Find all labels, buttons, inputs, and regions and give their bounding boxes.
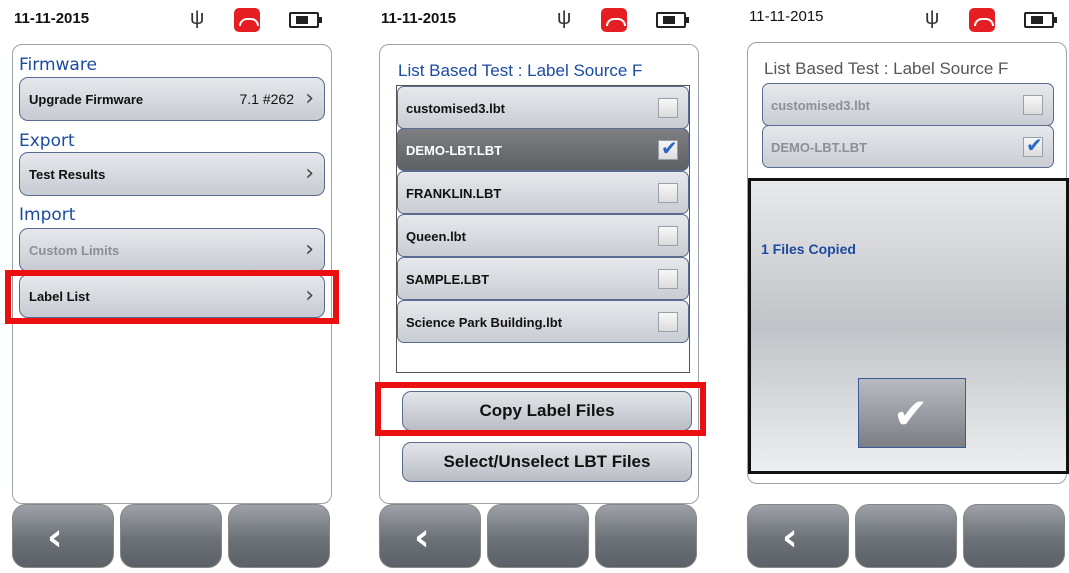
file-name: DEMO-LBT.LBT bbox=[406, 143, 503, 158]
checkbox bbox=[1023, 95, 1043, 115]
back-arrow-icon: ‹ bbox=[782, 515, 798, 559]
file-name: DEMO-LBT.LBT bbox=[771, 140, 868, 155]
checkbox[interactable]: ✔ bbox=[658, 136, 678, 160]
battery-icon bbox=[1024, 12, 1057, 28]
row-label: Test Results bbox=[29, 167, 106, 182]
softkey-3[interactable] bbox=[963, 504, 1065, 568]
upgrade-firmware-row[interactable]: Upgrade Firmware 7.1 #262 › bbox=[19, 77, 325, 121]
file-name: customised3.lbt bbox=[406, 101, 505, 116]
list-item: DEMO-LBT.LBT ✔ bbox=[762, 125, 1054, 168]
copy-result-dialog: 1 Files Copied ✔ bbox=[748, 178, 1069, 474]
checkmark-icon: ✔ bbox=[1026, 133, 1043, 157]
list-item[interactable]: Queen.lbt bbox=[397, 214, 689, 257]
file-list[interactable]: customised3.lbt DEMO-LBT.LBT ✔ FRANKLIN.… bbox=[396, 85, 690, 373]
back-arrow-icon: ‹ bbox=[47, 515, 63, 559]
select-unselect-button[interactable]: Select/Unselect LBT Files bbox=[402, 442, 692, 482]
softkey-bar: ‹ bbox=[12, 504, 330, 568]
ok-button[interactable]: ✔ bbox=[858, 378, 966, 448]
list-item: customised3.lbt bbox=[762, 83, 1054, 126]
highlight-box bbox=[5, 270, 339, 324]
softkey-bar: ‹ bbox=[379, 504, 697, 568]
usb-icon: ψ bbox=[190, 7, 205, 29]
back-arrow-icon: ‹ bbox=[414, 515, 430, 559]
firmware-version: 7.1 #262 bbox=[239, 91, 295, 107]
checkmark-icon: ✔ bbox=[893, 389, 929, 438]
test-results-row[interactable]: Test Results › bbox=[19, 152, 325, 196]
battery-icon bbox=[289, 12, 322, 28]
softkey-3[interactable] bbox=[595, 504, 697, 568]
chevron-right-icon: › bbox=[305, 86, 314, 111]
softkey-bar: ‹ bbox=[747, 504, 1065, 568]
checkbox[interactable] bbox=[658, 226, 678, 246]
checkbox: ✔ bbox=[1023, 133, 1043, 157]
panel-copy-result: 11-11-2015 ψ List Based Test : Label Sou… bbox=[743, 0, 1069, 573]
screen-title: List Based Test : Label Source F bbox=[398, 61, 643, 80]
section-import: Import bbox=[19, 205, 76, 225]
date-label: 11-11-2015 bbox=[749, 8, 824, 25]
softkey-3[interactable] bbox=[228, 504, 330, 568]
checkmark-icon: ✔ bbox=[661, 136, 678, 160]
phone-hangup-icon[interactable] bbox=[601, 8, 627, 32]
file-name: Science Park Building.lbt bbox=[406, 315, 563, 330]
status-bar: 11-11-2015 ψ bbox=[375, 0, 701, 40]
softkey-2[interactable] bbox=[855, 504, 957, 568]
chevron-right-icon: › bbox=[305, 237, 314, 262]
checkbox[interactable] bbox=[658, 183, 678, 203]
list-item[interactable]: SAMPLE.LBT bbox=[397, 257, 689, 300]
row-label: Custom Limits bbox=[29, 243, 120, 258]
battery-icon bbox=[656, 12, 689, 28]
row-label: Upgrade Firmware bbox=[29, 92, 144, 107]
softkey-2[interactable] bbox=[120, 504, 222, 568]
section-firmware: Firmware bbox=[19, 55, 97, 75]
softkey-2[interactable] bbox=[487, 504, 589, 568]
dialog-message: 1 Files Copied bbox=[761, 241, 856, 257]
checkbox[interactable] bbox=[658, 269, 678, 289]
panel-settings: 11-11-2015 ψ Firmware Upgrade Firmware 7… bbox=[5, 0, 339, 573]
list-item[interactable]: Science Park Building.lbt bbox=[397, 300, 689, 343]
phone-hangup-icon[interactable] bbox=[234, 8, 260, 32]
file-name: FRANKLIN.LBT bbox=[406, 186, 502, 201]
highlight-box bbox=[375, 382, 706, 436]
usb-icon: ψ bbox=[925, 7, 940, 29]
back-button[interactable]: ‹ bbox=[379, 504, 481, 568]
checkbox[interactable] bbox=[658, 98, 678, 118]
usb-icon: ψ bbox=[557, 7, 572, 29]
back-button[interactable]: ‹ bbox=[747, 504, 849, 568]
file-name: customised3.lbt bbox=[771, 98, 870, 113]
status-bar: 11-11-2015 ψ bbox=[8, 0, 334, 40]
chevron-right-icon: › bbox=[305, 161, 314, 186]
file-name: Queen.lbt bbox=[406, 229, 466, 244]
file-name: SAMPLE.LBT bbox=[406, 272, 490, 287]
date-label: 11-11-2015 bbox=[14, 10, 90, 27]
screen-title: List Based Test : Label Source F bbox=[764, 59, 1009, 78]
status-bar: 11-11-2015 ψ bbox=[743, 0, 1069, 40]
section-export: Export bbox=[19, 131, 75, 151]
phone-hangup-icon[interactable] bbox=[969, 8, 995, 32]
list-item[interactable]: DEMO-LBT.LBT ✔ bbox=[397, 128, 689, 171]
list-item[interactable]: customised3.lbt bbox=[397, 86, 689, 129]
date-label: 11-11-2015 bbox=[381, 10, 457, 27]
panel-label-source: 11-11-2015 ψ List Based Test : Label Sou… bbox=[375, 0, 706, 573]
list-item[interactable]: FRANKLIN.LBT bbox=[397, 171, 689, 214]
checkbox[interactable] bbox=[658, 312, 678, 332]
custom-limits-row[interactable]: Custom Limits › bbox=[19, 228, 325, 272]
back-button[interactable]: ‹ bbox=[12, 504, 114, 568]
